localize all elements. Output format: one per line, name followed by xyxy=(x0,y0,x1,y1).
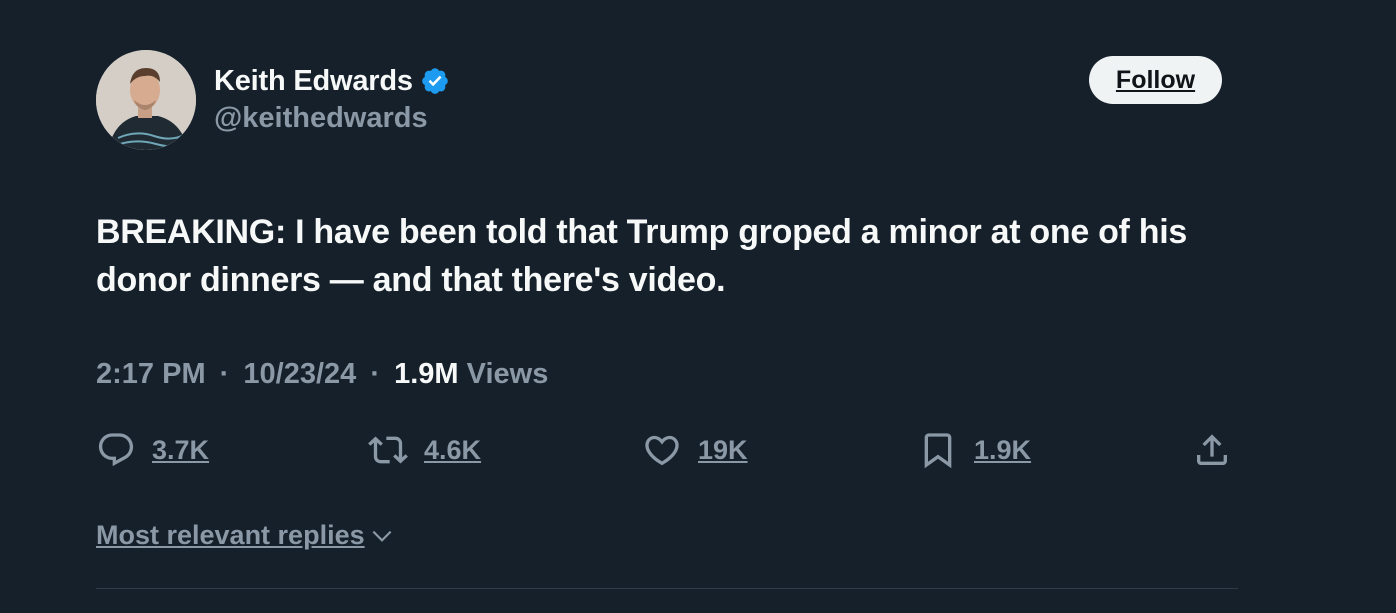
share-icon xyxy=(1197,434,1227,465)
retweet-count: 4.6K xyxy=(424,434,482,465)
retweet-button[interactable]: 4.6K xyxy=(368,428,481,472)
avatar[interactable] xyxy=(96,50,196,150)
chevron-down-icon xyxy=(372,530,392,542)
tweet-time[interactable]: 2:17 PM xyxy=(96,358,206,390)
reply-icon xyxy=(98,433,134,467)
tweet-actions: 3.7K 4.6K 19K 1.9K xyxy=(96,428,1238,472)
author-names: Keith Edwards @keithedwards xyxy=(214,62,450,135)
tweet-meta: 2:17 PM · 10/23/24 · 1.9M Views xyxy=(96,358,548,391)
views-label: Views xyxy=(466,358,549,390)
replies-sort-label: Most relevant replies xyxy=(96,520,365,550)
bookmark-button[interactable]: 1.9K xyxy=(918,428,1031,472)
reply-button[interactable]: 3.7K xyxy=(96,428,209,472)
reply-count: 3.7K xyxy=(152,434,210,465)
like-count: 19K xyxy=(698,434,748,465)
meta-separator: · xyxy=(219,358,230,390)
display-name-row: Keith Edwards xyxy=(214,62,450,100)
avatar-image xyxy=(96,50,196,150)
share-button[interactable] xyxy=(1192,428,1232,472)
bookmark-count: 1.9K xyxy=(974,434,1032,465)
replies-sort-dropdown[interactable]: Most relevant replies xyxy=(96,520,395,551)
tweet-text: BREAKING: I have been told that Trump gr… xyxy=(96,213,1187,299)
views-count: 1.9M xyxy=(394,358,459,390)
retweet-icon xyxy=(368,436,408,464)
bookmark-icon xyxy=(924,433,952,469)
meta-separator: · xyxy=(370,358,381,390)
heart-icon xyxy=(645,435,679,466)
tweet-card: Keith Edwards @keithedwards Follow BREAK… xyxy=(96,50,1238,589)
divider xyxy=(96,588,1238,589)
author-handle[interactable]: @keithedwards xyxy=(214,102,450,135)
display-name[interactable]: Keith Edwards xyxy=(214,65,413,98)
follow-button[interactable]: Follow xyxy=(1089,56,1222,104)
like-button[interactable]: 19K xyxy=(642,428,748,472)
tweet-header: Keith Edwards @keithedwards Follow xyxy=(96,50,1238,150)
tweet-date[interactable]: 10/23/24 xyxy=(243,358,356,390)
verified-badge-icon[interactable] xyxy=(420,66,450,96)
